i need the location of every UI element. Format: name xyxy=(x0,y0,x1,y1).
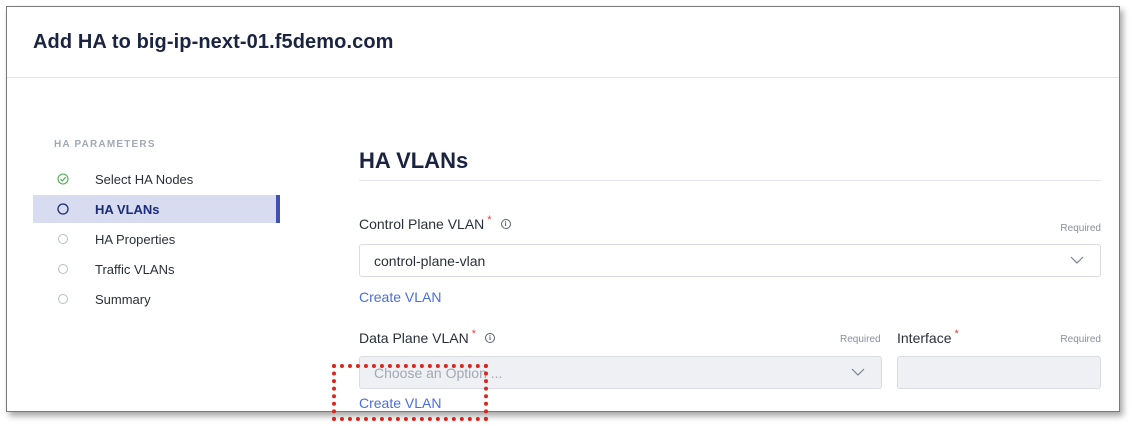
sidebar-item-ha-vlans[interactable]: HA VLANs xyxy=(33,195,280,223)
section-heading: HA VLANs xyxy=(359,148,469,173)
dialog-window: Add HA to big-ip-next-01.f5demo.com HA P… xyxy=(6,6,1120,412)
interface-field[interactable] xyxy=(897,356,1101,389)
interface-label: Interface * xyxy=(897,328,959,346)
circle-outline-icon xyxy=(57,233,69,245)
dialog-title: Add HA to big-ip-next-01.f5demo.com xyxy=(33,30,394,53)
required-asterisk: * xyxy=(954,328,959,340)
sidebar-item-label: Select HA Nodes xyxy=(95,171,194,187)
heading-divider xyxy=(359,180,1101,181)
chevron-down-icon xyxy=(851,368,865,376)
create-vlan-link-control-plane[interactable]: Create VLAN xyxy=(359,289,441,305)
required-asterisk: * xyxy=(487,214,492,226)
required-asterisk: * xyxy=(471,328,477,340)
control-plane-vlan-label: Control Plane VLAN * i xyxy=(359,214,511,232)
field-label-text: Interface xyxy=(897,330,952,346)
dialog-header: Add HA to big-ip-next-01.f5demo.com xyxy=(7,7,1119,78)
data-plane-vlan-label: Data Plane VLAN * i xyxy=(359,328,496,346)
check-circle-icon xyxy=(57,173,69,185)
sidebar-item-select-ha-nodes[interactable]: Select HA Nodes xyxy=(33,165,276,193)
circle-outline-icon xyxy=(57,203,69,215)
sidebar-item-label: HA VLANs xyxy=(95,201,160,217)
required-hint: Required xyxy=(1060,334,1101,345)
circle-outline-icon xyxy=(57,263,69,275)
required-hint: Required xyxy=(840,334,881,345)
active-indicator xyxy=(276,195,280,223)
select-value: control-plane-vlan xyxy=(374,252,486,269)
sidebar-item-label: Traffic VLANs xyxy=(95,261,175,277)
sidebar-item-traffic-vlans[interactable]: Traffic VLANs xyxy=(33,255,276,283)
sidebar-section-title: HA PARAMETERS xyxy=(54,139,156,150)
sidebar-item-label: HA Properties xyxy=(95,231,176,247)
annotation-highlight-box xyxy=(332,364,488,421)
circle-outline-icon xyxy=(57,293,69,305)
field-label-text: Control Plane VLAN xyxy=(359,216,485,232)
field-label-text: Data Plane VLAN xyxy=(359,330,469,346)
sidebar-item-ha-properties[interactable]: HA Properties xyxy=(33,225,276,253)
info-icon[interactable]: i xyxy=(485,333,496,343)
sidebar-item-summary[interactable]: Summary xyxy=(33,285,276,313)
control-plane-vlan-select[interactable]: control-plane-vlan xyxy=(359,244,1101,277)
info-icon[interactable]: i xyxy=(500,219,511,229)
required-hint: Required xyxy=(1060,223,1101,234)
chevron-down-icon xyxy=(1070,256,1084,264)
sidebar-item-label: Summary xyxy=(95,291,151,307)
